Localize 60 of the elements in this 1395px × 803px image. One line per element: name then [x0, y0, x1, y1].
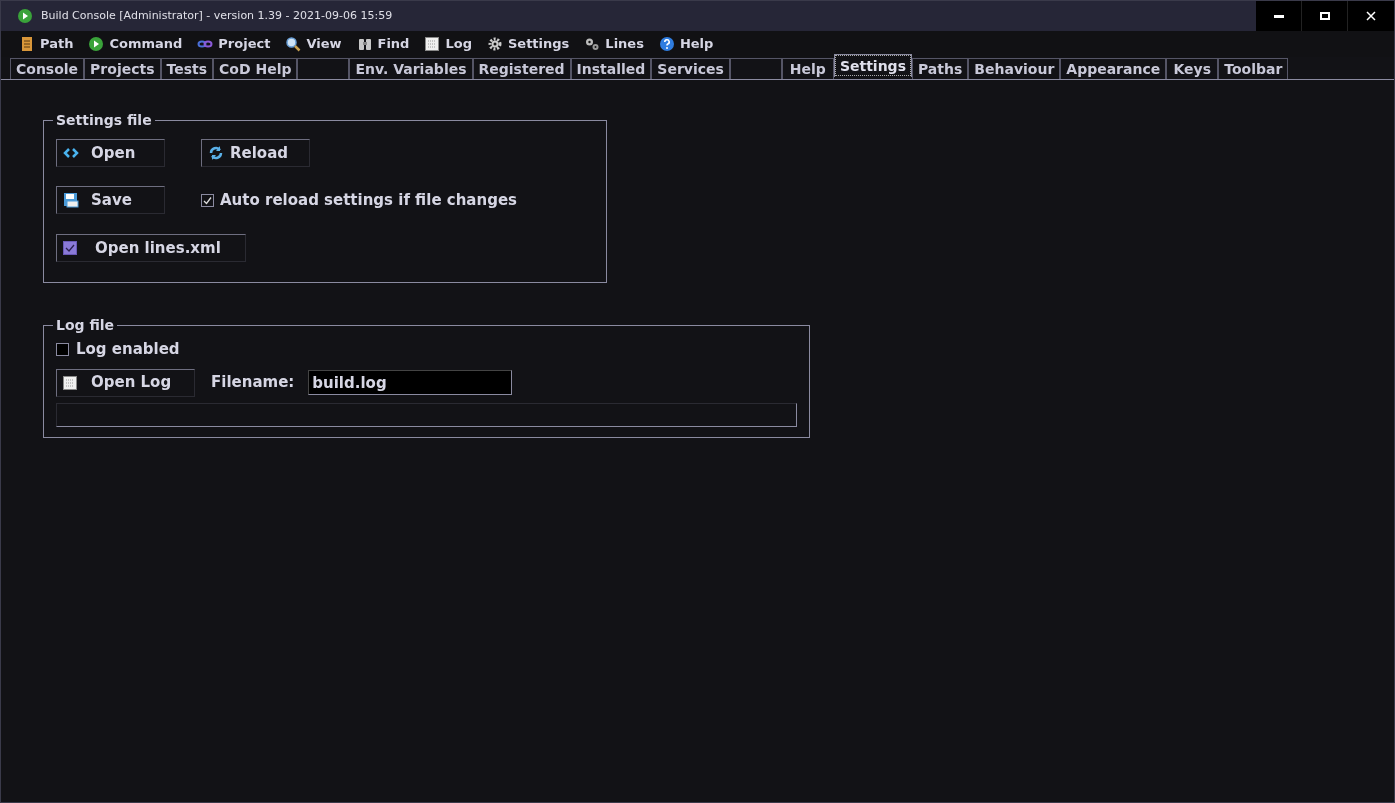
log-icon: [424, 36, 441, 52]
minimize-icon: [1273, 14, 1284, 18]
notepad-icon: [19, 36, 35, 52]
tab[interactable]: Appearance: [1060, 58, 1167, 79]
maximize-button[interactable]: [1302, 1, 1348, 31]
tab[interactable]: Keys: [1166, 58, 1219, 79]
close-icon: [1366, 11, 1376, 21]
tab[interactable]: Services: [651, 58, 730, 79]
open-lines-button[interactable]: Open lines.xml: [56, 234, 246, 262]
tab[interactable]: Projects: [84, 58, 161, 79]
menu-item[interactable]: Help: [658, 34, 714, 54]
group-title: Settings file: [55, 111, 153, 130]
tab[interactable]: Tests: [160, 58, 214, 79]
gear-icon: [486, 36, 503, 52]
menu-item[interactable]: View: [285, 34, 342, 54]
tab[interactable]: Console: [10, 58, 85, 79]
menu-item[interactable]: Path: [19, 34, 74, 54]
minimize-button[interactable]: [1256, 1, 1302, 31]
gears-icon: [584, 36, 601, 52]
menu-item[interactable]: Lines: [584, 34, 644, 54]
reload-button[interactable]: Reload: [201, 139, 310, 167]
checkbox[interactable]: [56, 342, 69, 356]
window-title: Build Console [Administrator] - version 1.39 - 2021-09-06 15:59: [41, 7, 393, 24]
tab[interactable]: Behaviour: [968, 58, 1061, 79]
tab[interactable]: CoD Help: [213, 58, 298, 79]
tab[interactable]: Toolbar: [1218, 58, 1289, 79]
tab[interactable]: [297, 58, 350, 79]
open-button[interactable]: Open: [56, 139, 165, 167]
help-icon: [658, 36, 675, 52]
close-button[interactable]: [1348, 1, 1394, 31]
tab[interactable]: Env. Variables: [349, 58, 473, 79]
tab[interactable]: Registered: [472, 58, 571, 79]
checkbox-label: Log enabled: [76, 339, 180, 360]
save-button[interactable]: Save: [56, 186, 165, 214]
open-log-button[interactable]: Open Log: [56, 368, 195, 397]
refresh-icon: [208, 145, 224, 161]
menu-item[interactable]: Find: [356, 34, 410, 54]
search-icon: [285, 36, 302, 52]
binoculars-icon: [356, 36, 373, 52]
code-brackets-icon: [63, 147, 79, 159]
menu-item[interactable]: Command: [88, 34, 183, 54]
menu-item[interactable]: Project: [197, 34, 271, 54]
filename-field[interactable]: build.log: [308, 370, 513, 395]
menu-item[interactable]: Settings: [486, 34, 570, 54]
tab[interactable]: Installed: [570, 58, 652, 79]
menu-item[interactable]: Log: [424, 34, 472, 54]
log-enabled-checkbox[interactable]: Log enabled: [56, 338, 797, 361]
check-icon: [203, 195, 212, 205]
checkbox[interactable]: [201, 193, 214, 207]
tab[interactable]: Paths: [911, 58, 969, 79]
checked-box-icon: [63, 241, 77, 255]
maximize-icon: [1319, 12, 1330, 20]
play-icon: [17, 8, 33, 24]
tab[interactable]: Settings: [833, 54, 912, 77]
play-icon: [88, 36, 105, 52]
tab[interactable]: Help: [781, 58, 834, 79]
filename-label: Filename:: [211, 372, 295, 394]
tab[interactable]: [729, 58, 782, 79]
log-icon: [63, 375, 77, 390]
group-title: Log file: [55, 316, 116, 335]
